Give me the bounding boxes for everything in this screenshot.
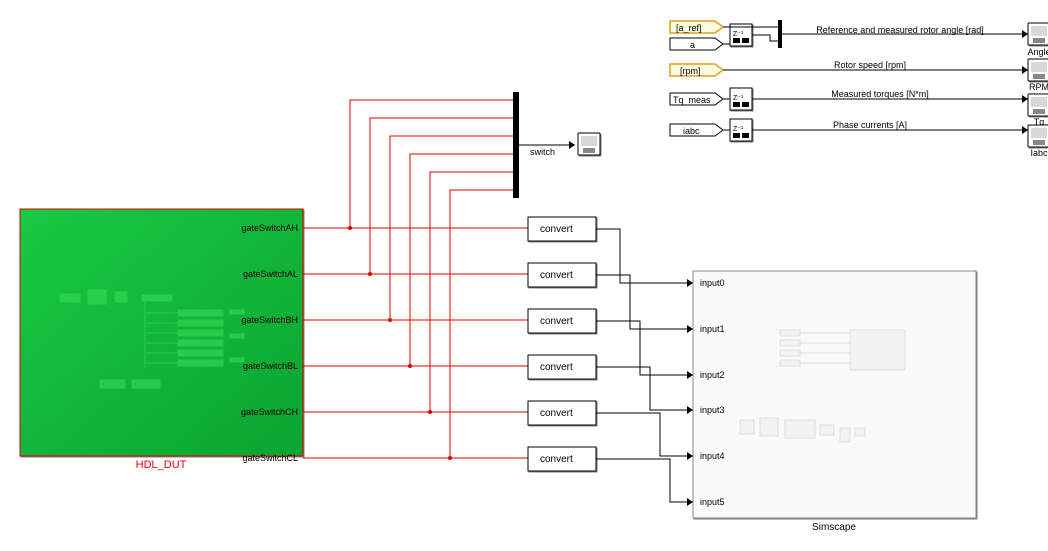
svg-text:[rpm]: [rpm] [680,66,701,76]
svg-text:input0: input0 [700,278,725,288]
svg-text:convert: convert [540,454,573,465]
label-rpm: Rotor speed [rpm] [834,60,906,70]
svg-text:Angle: Angle [1027,47,1048,57]
svg-text:convert: convert [540,224,573,235]
mux-switch[interactable] [513,92,519,198]
tag-a-ref[interactable]: [a_ref] [670,21,723,33]
port-label-ch: gateSwitchCH [241,407,298,417]
convert-5[interactable]: convert [528,447,596,471]
mux-label: switch [530,147,555,157]
svg-text:Z⁻¹: Z⁻¹ [733,95,744,102]
scope-tq[interactable] [1028,94,1048,116]
port-label-bh: gateSwitchBH [241,315,298,325]
hdl-dut-block[interactable]: gateSwitchAH gateSwitchAL gateSwitchBH g… [20,209,303,463]
convert-4[interactable]: convert [528,401,596,425]
label-torque: Measured torques [N*m] [831,89,929,99]
svg-text:Iabc: Iabc [1030,148,1048,158]
label-iabc: Phase currents [A] [833,120,907,130]
svg-text:Z⁻¹: Z⁻¹ [733,126,744,133]
svg-text:convert: convert [540,316,573,327]
convert-0[interactable]: convert [528,217,596,241]
convert-1[interactable]: convert [528,263,596,287]
svg-text:input3: input3 [700,405,725,415]
svg-text:convert: convert [540,270,573,281]
svg-text:input2: input2 [700,370,725,380]
svg-text:RPM: RPM [1029,82,1048,92]
convert-2[interactable]: convert [528,309,596,333]
svg-text:convert: convert [540,362,573,373]
port-label-cl: gateSwitchCL [242,453,298,463]
svg-text:input4: input4 [700,451,725,461]
scope-switch[interactable] [578,133,600,155]
port-label-bl: gateSwitchBL [243,361,298,371]
simscape-name: Simscape [812,522,856,533]
scope-iabc[interactable] [1028,125,1048,147]
svg-text:a: a [690,40,695,50]
svg-text:Tq_meas: Tq_meas [673,95,711,105]
svg-text:input5: input5 [700,497,725,507]
label-ref-angle: Reference and measured rotor angle [rad] [816,25,984,35]
tag-rpm[interactable]: [rpm] [670,64,723,76]
tag-a[interactable]: a [670,38,723,50]
tag-iabc[interactable]: iabc [670,124,723,136]
simscape-block[interactable]: input0 input1 input2 input3 input4 input… [693,271,976,518]
rate-transition-iabc[interactable]: Z⁻¹ [730,119,752,141]
scope-rpm[interactable] [1028,59,1048,81]
svg-text:convert: convert [540,408,573,419]
tag-tq-meas[interactable]: Tq_meas [670,93,723,105]
rate-transition-tq[interactable]: Z⁻¹ [730,88,752,110]
svg-text:Z⁻¹: Z⁻¹ [733,31,744,38]
hdl-dut-name: HDL_DUT [136,459,187,471]
scope-angle[interactable] [1028,23,1048,45]
svg-text:iabc: iabc [683,126,700,136]
port-label-ah: gateSwitchAH [241,223,298,233]
convert-3[interactable]: convert [528,355,596,379]
port-label-al: gateSwitchAL [243,269,298,279]
svg-text:input1: input1 [700,324,725,334]
svg-text:[a_ref]: [a_ref] [676,23,702,33]
mux-angle[interactable] [778,20,782,48]
